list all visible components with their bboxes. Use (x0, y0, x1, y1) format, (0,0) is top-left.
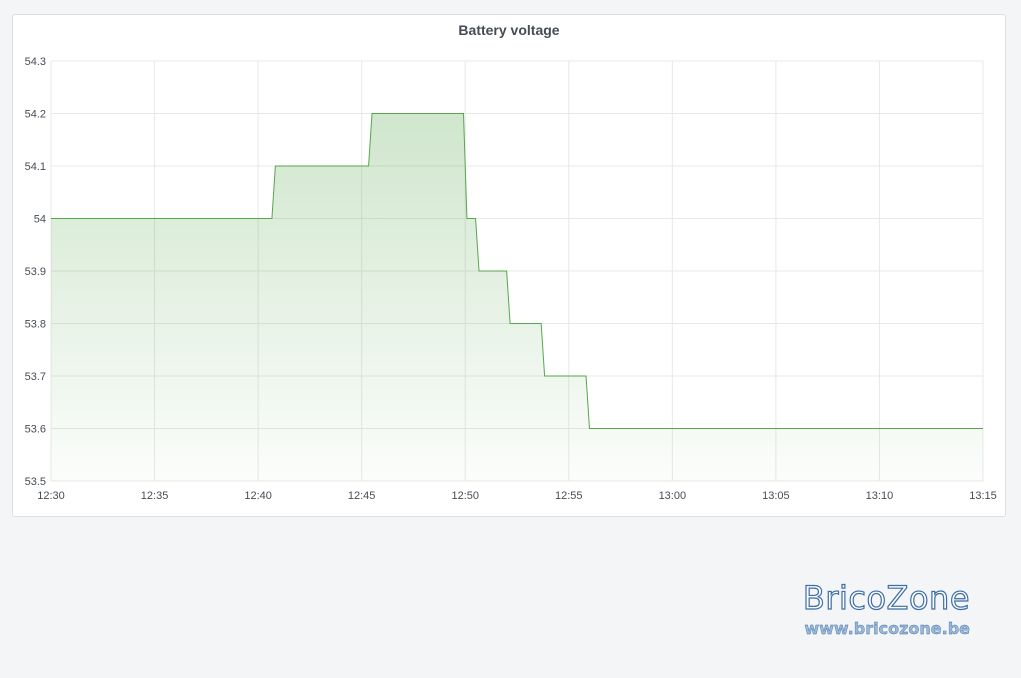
x-tick-label: 12:40 (244, 490, 272, 502)
y-tick-label: 54.2 (25, 109, 46, 121)
x-tick-label: 12:50 (451, 490, 479, 502)
watermark-url: www.bricozone.be (804, 619, 970, 638)
series-area (51, 113, 983, 481)
x-tick-label: 13:00 (659, 490, 687, 502)
x-tick-label: 12:55 (555, 490, 583, 502)
y-tick-label: 53.9 (25, 266, 46, 278)
chart-panel: Battery voltage 53.5 53.6 53.7 53.8 53.9 54 54… (12, 14, 1006, 517)
x-tick-label: 12:45 (348, 490, 376, 502)
y-tick-label: 54 (34, 214, 46, 226)
y-tick-label: 53.6 (25, 424, 46, 436)
bricozone-watermark: BricoZone www.bricozone.be (784, 578, 970, 639)
line-chart: 53.5 53.6 53.7 53.8 53.9 54 54.1 54.2 54.3 12:30… (25, 56, 997, 502)
y-tick-label: 54.1 (25, 161, 46, 173)
y-axis-labels: 53.5 53.6 53.7 53.8 53.9 54 54.1 54.2 54.3 (25, 56, 46, 488)
y-tick-label: 53.7 (25, 371, 46, 383)
x-tick-label: 13:10 (866, 490, 894, 502)
x-axis-labels: 12:30 12:35 12:40 12:45 12:50 12:55 13:00 13:05… (37, 490, 997, 502)
x-tick-label: 12:35 (141, 490, 169, 502)
x-tick-label: 13:15 (969, 490, 997, 502)
x-tick-label: 13:05 (762, 490, 790, 502)
y-tick-label: 53.8 (25, 319, 46, 331)
x-tick-label: 12:30 (37, 490, 65, 502)
area-fill (51, 113, 983, 481)
watermark-title: BricoZone (802, 578, 970, 617)
y-tick-label: 53.5 (25, 476, 46, 488)
y-tick-label: 54.3 (25, 56, 46, 68)
